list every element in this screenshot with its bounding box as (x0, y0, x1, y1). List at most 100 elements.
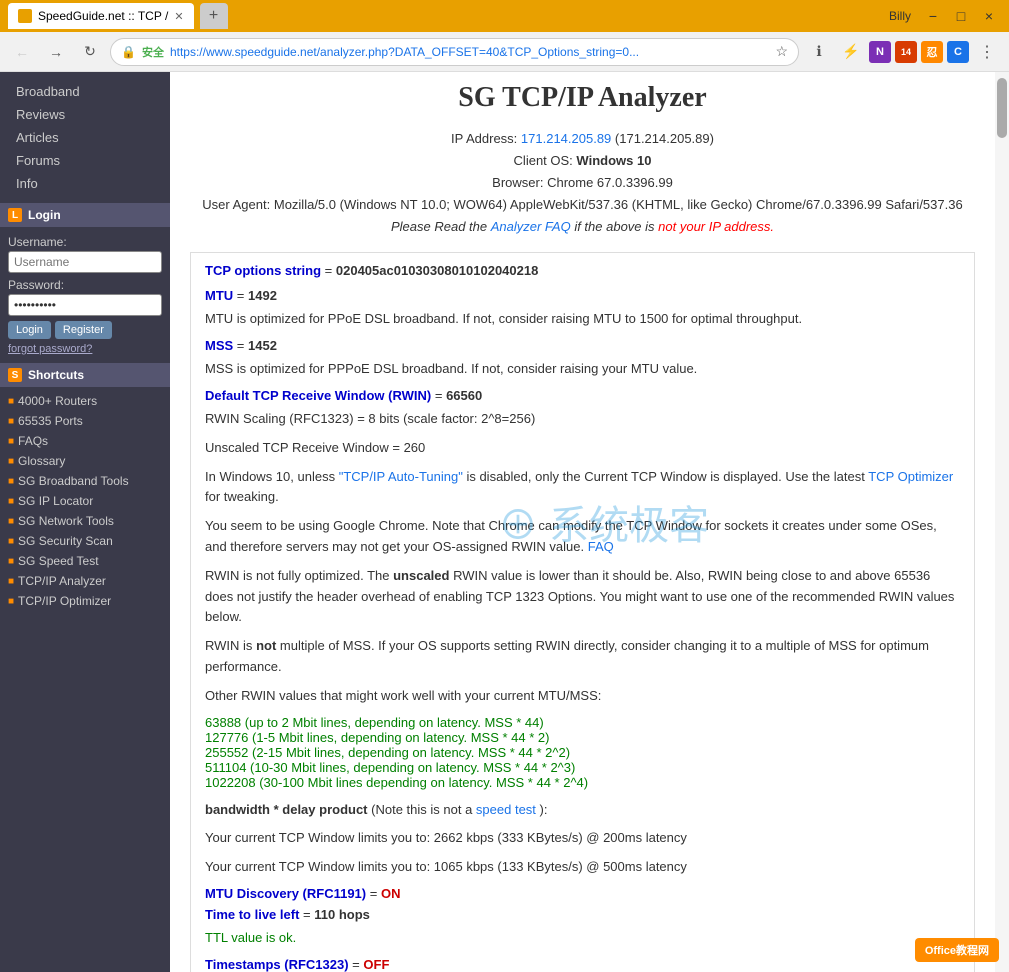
browser-tab[interactable]: SpeedGuide.net :: TCP / ✕ (8, 3, 194, 29)
bullet-icon: ■ (8, 576, 14, 587)
sidebar-nav: Broadband Reviews Articles Forums Info (0, 72, 170, 203)
shortcut-tcpip-optimizer[interactable]: ■ TCP/IP Optimizer (0, 591, 170, 611)
new-tab-button[interactable]: + (200, 3, 228, 29)
os-label: Client OS: (514, 153, 573, 168)
rwin-option-1[interactable]: 127776 (1-5 Mbit lines, depending on lat… (205, 730, 960, 745)
ip-label: IP Address: (451, 131, 517, 146)
sidebar-item-reviews[interactable]: Reviews (0, 103, 170, 126)
bullet-icon: ■ (8, 596, 14, 607)
lightning-button[interactable]: ⚡ (837, 38, 865, 66)
shortcut-ports[interactable]: ■ 65535 Ports (0, 411, 170, 431)
shortcuts-header-label: Shortcuts (28, 368, 84, 382)
speed-test-link[interactable]: speed test (476, 802, 536, 817)
autotuning-post: is disabled, only the Current TCP Window… (466, 469, 864, 484)
rwin-value: 66560 (446, 388, 482, 403)
address-text[interactable]: https://www.speedguide.net/analyzer.php?… (170, 45, 769, 59)
mtu-param: MTU = 1492 (205, 288, 960, 303)
not-word: not (256, 638, 276, 653)
faq-note-pre: Please Read the (391, 219, 487, 234)
login-section: Username: Password: Login Register forgo… (0, 227, 170, 363)
bdp-note: (Note this is not a (371, 802, 472, 817)
bullet-icon: ■ (8, 536, 14, 547)
rwin-label: Default TCP Receive Window (RWIN) (205, 388, 431, 403)
office-extension[interactable]: 14 (895, 41, 917, 63)
ttl-note: TTL value is ok. (205, 928, 960, 949)
sidebar-item-forums[interactable]: Forums (0, 149, 170, 172)
shortcut-tcpip-analyzer[interactable]: ■ TCP/IP Analyzer (0, 571, 170, 591)
rwin-option-4[interactable]: 1022208 (30-100 Mbit lines depending on … (205, 775, 960, 790)
rwin-option-0[interactable]: 63888 (up to 2 Mbit lines, depending on … (205, 715, 960, 730)
nav-icons: ℹ ⚡ N 14 忍 C ⋮ (805, 38, 1001, 66)
onenote-extension[interactable]: N (869, 41, 891, 63)
bullet-icon: ■ (8, 456, 14, 467)
tab-close-button[interactable]: ✕ (174, 10, 183, 23)
bullet-icon: ■ (8, 416, 14, 427)
shortcut-faqs[interactable]: ■ FAQs (0, 431, 170, 451)
faq-link2[interactable]: FAQ (588, 539, 614, 554)
sidebar-item-broadband[interactable]: Broadband (0, 80, 170, 103)
bdp-label: bandwidth * delay product (205, 802, 368, 817)
forgot-password-link[interactable]: forgot password? (8, 343, 162, 355)
tcp-eq: = (325, 263, 333, 278)
rwin-options-list: 63888 (up to 2 Mbit lines, depending on … (205, 715, 960, 790)
maximize-button[interactable]: □ (949, 4, 973, 28)
rwin-option-2[interactable]: 255552 (2-15 Mbit lines, depending on la… (205, 745, 960, 760)
timestamps-label: Timestamps (RFC1323) (205, 957, 349, 972)
ip-address-link[interactable]: 171.214.205.89 (521, 131, 611, 146)
tcp-limit-200: Your current TCP Window limits you to: 2… (205, 828, 960, 849)
sidebar-item-info[interactable]: Info (0, 172, 170, 195)
login-buttons: Login Register (8, 321, 162, 339)
login-button[interactable]: Login (8, 321, 51, 339)
password-input[interactable] (8, 294, 162, 316)
shortcut-glossary[interactable]: ■ Glossary (0, 451, 170, 471)
minimize-button[interactable]: − (921, 4, 945, 28)
username-label: Username: (8, 235, 162, 249)
ttl-label: Time to live left (205, 907, 299, 922)
shortcut-ip-locator[interactable]: ■ SG IP Locator (0, 491, 170, 511)
back-button[interactable]: ← (8, 38, 36, 66)
timestamps-param: Timestamps (RFC1323) = OFF (205, 957, 960, 972)
bullet-icon: ■ (8, 436, 14, 447)
register-button[interactable]: Register (55, 321, 112, 339)
tcp-string-line: TCP options string = 020405ac01030308010… (205, 263, 960, 278)
sidebar-item-articles[interactable]: Articles (0, 126, 170, 149)
address-bar[interactable]: 🔒 安全 https://www.speedguide.net/analyzer… (110, 38, 799, 66)
shortcut-routers[interactable]: ■ 4000+ Routers (0, 391, 170, 411)
bullet-icon: ■ (8, 516, 14, 527)
password-label: Password: (8, 278, 162, 292)
mtu-label: MTU (205, 288, 233, 303)
star-icon[interactable]: ☆ (775, 43, 788, 60)
menu-button[interactable]: ⋮ (973, 38, 1001, 66)
forward-button[interactable]: → (42, 38, 70, 66)
tcp-string-label: TCP options string (205, 263, 321, 278)
ext2[interactable]: C (947, 41, 969, 63)
shortcut-speed-test[interactable]: ■ SG Speed Test (0, 551, 170, 571)
username-input[interactable] (8, 251, 162, 273)
refresh-button[interactable]: ↻ (76, 38, 104, 66)
rwin-option-3[interactable]: 511104 (10-30 Mbit lines, depending on l… (205, 760, 960, 775)
analyzer-faq-link[interactable]: Analyzer FAQ (491, 219, 571, 234)
mss-param: MSS = 1452 (205, 338, 960, 353)
info-button[interactable]: ℹ (805, 38, 833, 66)
browser-label: Browser: (492, 175, 543, 190)
page-title: SG TCP/IP Analyzer (190, 82, 975, 114)
title-bar: SpeedGuide.net :: TCP / ✕ + Billy − □ × (0, 0, 1009, 32)
mss-value: 1452 (248, 338, 277, 353)
shortcut-security-scan[interactable]: ■ SG Security Scan (0, 531, 170, 551)
timestamps-value: OFF (363, 957, 389, 972)
close-button[interactable]: × (977, 4, 1001, 28)
scrollbar[interactable] (995, 72, 1009, 972)
mtu-discovery-label: MTU Discovery (RFC1191) (205, 886, 366, 901)
scrollbar-thumb[interactable] (997, 78, 1007, 138)
ip-plain: (171.214.205.89) (615, 131, 714, 146)
tcp-optimizer-link[interactable]: TCP Optimizer (868, 469, 953, 484)
shortcuts-list: ■ 4000+ Routers ■ 65535 Ports ■ FAQs ■ G… (0, 387, 170, 615)
result-section: TCP options string = 020405ac01030308010… (190, 252, 975, 972)
info-block: IP Address: 171.214.205.89 (171.214.205.… (190, 128, 975, 238)
unscaled-word: unscaled (393, 568, 449, 583)
shortcut-network-tools[interactable]: ■ SG Network Tools (0, 511, 170, 531)
autotuning-link[interactable]: "TCP/IP Auto-Tuning" (339, 469, 463, 484)
rwin-not-optimized: RWIN is not fully optimized. The unscale… (205, 566, 960, 628)
shortcut-broadband-tools[interactable]: ■ SG Broadband Tools (0, 471, 170, 491)
ext1[interactable]: 忍 (921, 41, 943, 63)
